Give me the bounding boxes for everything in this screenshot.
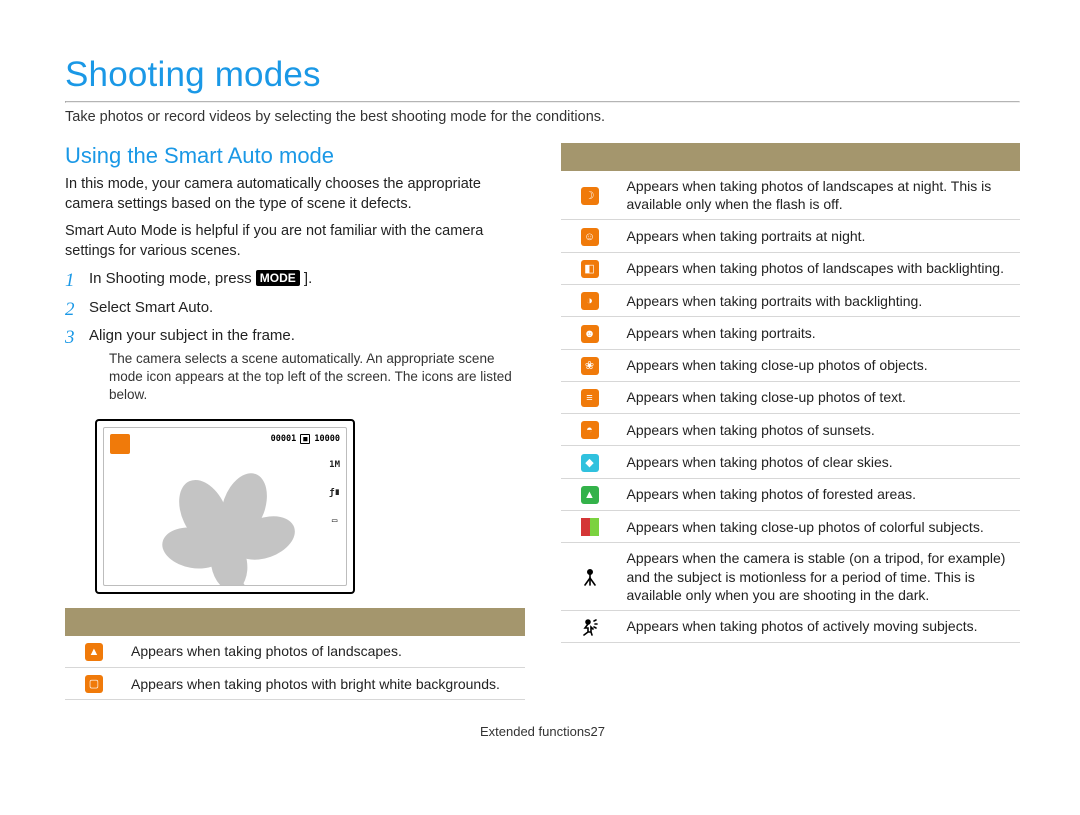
screen-size: 1M xyxy=(329,460,340,470)
table-row: ◓ Appears when taking photos of sunsets. xyxy=(561,414,1021,446)
table-row: Appears when taking close-up photos of c… xyxy=(561,511,1021,543)
row-icon-cell: ☽ xyxy=(561,171,619,220)
screen-counter: 00001 xyxy=(271,434,297,444)
step-1-post: ]. xyxy=(300,270,313,287)
forest-icon: ▲ xyxy=(581,486,599,504)
table-row: ☺ Appears when taking portraits at night. xyxy=(561,220,1021,252)
table-row: ▲ Appears when taking photos of landscape… xyxy=(65,636,525,668)
tripod-icon xyxy=(581,568,599,586)
table-row: ◧ Appears when taking photos of landscape… xyxy=(561,252,1021,284)
night-portrait-icon: ☺ xyxy=(581,228,599,246)
row-desc-cell: Appears when taking photos with bright w… xyxy=(123,667,525,699)
row-desc-cell: Appears when taking portraits. xyxy=(619,317,1021,349)
flower-illustration xyxy=(134,468,304,586)
title-rule xyxy=(65,101,1020,103)
row-desc-cell: Appears when the camera is stable (on a … xyxy=(619,543,1021,611)
row-desc-cell: Appears when taking portraits with backl… xyxy=(619,284,1021,316)
row-icon-cell xyxy=(561,511,619,543)
footer-page: 27 xyxy=(591,724,605,739)
row-icon-cell: ▢ xyxy=(65,667,123,699)
table-row: ▢ Appears when taking photos with bright … xyxy=(65,667,525,699)
row-desc-cell: Appears when taking close-up photos of c… xyxy=(619,511,1021,543)
row-icon-cell: ❀ xyxy=(561,349,619,381)
row-icon-cell: ☻ xyxy=(561,317,619,349)
right-table-head-desc xyxy=(619,143,1021,171)
step-1: In Shooting mode, press MODE ]. xyxy=(65,269,525,289)
step-2-text: Select Smart Auto. xyxy=(89,299,213,316)
macro-color-icon xyxy=(581,518,599,536)
table-row: Appears when taking photos of actively m… xyxy=(561,610,1021,642)
step-1-pre: In Shooting mode, press xyxy=(89,270,256,287)
section-heading: Using the Smart Auto mode xyxy=(65,143,525,169)
step-3-text: Align your subject in the frame. xyxy=(89,327,295,344)
table-row: ▲ Appears when taking photos of forested … xyxy=(561,478,1021,510)
night-landscape-icon: ☽ xyxy=(581,187,599,205)
row-icon-cell: ▲ xyxy=(561,478,619,510)
footer-label: Extended functions xyxy=(480,724,591,739)
clear-sky-icon: ◆ xyxy=(581,454,599,472)
row-desc-cell: Appears when taking portraits at night. xyxy=(619,220,1021,252)
table-row: ❀ Appears when taking close-up photos of … xyxy=(561,349,1021,381)
table-row: ≡ Appears when taking close-up photos of … xyxy=(561,381,1021,413)
right-icon-table: ☽ Appears when taking photos of landscape… xyxy=(561,143,1021,643)
right-column: ☽ Appears when taking photos of landscape… xyxy=(561,143,1021,700)
mode-chip: MODE xyxy=(256,270,300,286)
row-icon-cell xyxy=(561,543,619,611)
row-desc-cell: Appears when taking photos of actively m… xyxy=(619,610,1021,642)
backlit-portrait-icon: ◑ xyxy=(581,292,599,310)
screen-card-icon: ■ xyxy=(300,434,310,444)
macro-text-icon: ≡ xyxy=(581,389,599,407)
page-subtitle: Take photos or record videos by selectin… xyxy=(65,109,1020,125)
table-row: ☽ Appears when taking photos of landscape… xyxy=(561,171,1021,220)
left-icon-table: ▲ Appears when taking photos of landscape… xyxy=(65,608,525,701)
white-bg-icon: ▢ xyxy=(85,675,103,693)
step-3: Align your subject in the frame. The cam… xyxy=(65,326,525,405)
row-desc-cell: Appears when taking close-up photos of t… xyxy=(619,381,1021,413)
row-desc-cell: Appears when taking photos of clear skie… xyxy=(619,446,1021,478)
row-icon-cell xyxy=(561,610,619,642)
row-icon-cell: ◑ xyxy=(561,284,619,316)
row-desc-cell: Appears when taking photos of sunsets. xyxy=(619,414,1021,446)
action-icon xyxy=(581,618,599,636)
screen-count2: 10000 xyxy=(314,434,340,444)
backlit-landscape-icon: ◧ xyxy=(581,260,599,278)
left-table-head-desc xyxy=(123,608,525,636)
row-desc-cell: Appears when taking photos of forested a… xyxy=(619,478,1021,510)
camera-screen: 00001 ■ 10000 1M ƒ∎ ▭ xyxy=(95,419,355,594)
page-title: Shooting modes xyxy=(65,55,1020,95)
scene-mode-icon xyxy=(110,434,130,454)
macro-icon: ❀ xyxy=(581,357,599,375)
section-para-1: In this mode, your camera automatically … xyxy=(65,175,525,214)
section-para-2: Smart Auto Mode is helpful if you are no… xyxy=(65,222,525,261)
step-2: Select Smart Auto. xyxy=(65,298,525,318)
row-desc-cell: Appears when taking close-up photos of o… xyxy=(619,349,1021,381)
page-footer: Extended functions27 xyxy=(65,724,1020,739)
steps-list: In Shooting mode, press MODE ]. Select S… xyxy=(65,269,525,404)
row-icon-cell: ☺ xyxy=(561,220,619,252)
row-desc-cell: Appears when taking photos of landscapes… xyxy=(619,252,1021,284)
table-row: ◆ Appears when taking photos of clear ski… xyxy=(561,446,1021,478)
table-row: ◑ Appears when taking portraits with back… xyxy=(561,284,1021,316)
row-icon-cell: ≡ xyxy=(561,381,619,413)
portrait-icon: ☻ xyxy=(581,325,599,343)
row-icon-cell: ◧ xyxy=(561,252,619,284)
screen-battery-icon: ▭ xyxy=(332,516,337,526)
table-row: Appears when the camera is stable (on a … xyxy=(561,543,1021,611)
row-icon-cell: ◆ xyxy=(561,446,619,478)
row-icon-cell: ▲ xyxy=(65,636,123,668)
left-table-head-icon xyxy=(65,608,123,636)
left-column: Using the Smart Auto mode In this mode, … xyxy=(65,143,525,700)
table-row: ☻ Appears when taking portraits. xyxy=(561,317,1021,349)
sunset-icon: ◓ xyxy=(581,421,599,439)
row-icon-cell: ◓ xyxy=(561,414,619,446)
right-table-head-icon xyxy=(561,143,619,171)
row-desc-cell: Appears when taking photos of landscapes… xyxy=(619,171,1021,220)
row-desc-cell: Appears when taking photos of landscapes… xyxy=(123,636,525,668)
landscape-icon: ▲ xyxy=(85,643,103,661)
step-3-sub: The camera selects a scene automatically… xyxy=(109,350,525,405)
screen-flash-icon: ƒ∎ xyxy=(329,488,340,498)
